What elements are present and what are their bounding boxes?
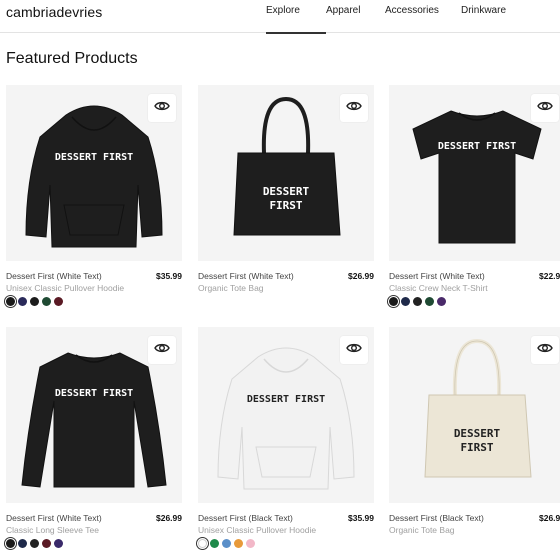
color-swatch[interactable]: [222, 539, 231, 548]
product-name[interactable]: Dessert First (White Text): [6, 271, 102, 281]
color-swatch[interactable]: [42, 539, 51, 548]
quick-view-button[interactable]: [531, 94, 559, 122]
product-card[interactable]: DESSERT FIRST Dessert First (Black Text) $…: [198, 327, 374, 560]
svg-text:DESSERT: DESSERT: [263, 185, 310, 198]
quick-view-button[interactable]: [148, 336, 176, 364]
product-type: Classic Crew Neck T-Shirt: [389, 283, 488, 293]
product-image[interactable]: DESSERT FIRST: [198, 327, 374, 503]
color-swatch[interactable]: [6, 539, 15, 548]
product-image[interactable]: DESSERT FIRST: [389, 327, 560, 503]
svg-text:DESSERT FIRST: DESSERT FIRST: [55, 388, 133, 399]
color-swatch[interactable]: [246, 539, 255, 548]
color-swatch[interactable]: [42, 297, 51, 306]
svg-text:FIRST: FIRST: [269, 199, 302, 212]
main-nav: Explore Apparel Accessories Drinkware: [266, 0, 521, 34]
eye-icon: [537, 99, 553, 117]
color-swatch[interactable]: [413, 297, 422, 306]
svg-text:DESSERT FIRST: DESSERT FIRST: [438, 141, 516, 152]
color-swatch[interactable]: [54, 297, 63, 306]
color-swatches: [198, 539, 255, 548]
product-price: $35.99: [348, 513, 374, 523]
product-card[interactable]: DESSERT FIRST Dessert First (White Text) $…: [6, 327, 182, 560]
product-image[interactable]: DESSERT FIRST: [389, 85, 560, 261]
product-type: Organic Tote Bag: [389, 525, 455, 535]
eye-icon: [346, 341, 362, 359]
product-image[interactable]: DESSERT FIRST: [198, 85, 374, 261]
product-name[interactable]: Dessert First (White Text): [6, 513, 102, 523]
section-title: Featured Products: [6, 50, 138, 67]
color-swatches: [6, 297, 63, 306]
color-swatches: [6, 539, 63, 548]
quick-view-button[interactable]: [531, 336, 559, 364]
color-swatch[interactable]: [30, 539, 39, 548]
product-price: $22.99: [539, 271, 560, 281]
product-price: $35.99: [156, 271, 182, 281]
quick-view-button[interactable]: [340, 94, 368, 122]
color-swatch[interactable]: [210, 539, 219, 548]
product-name[interactable]: Dessert First (White Text): [389, 271, 485, 281]
color-swatch[interactable]: [198, 539, 207, 548]
eye-icon: [154, 99, 170, 117]
brand-logo[interactable]: cambriadevries: [6, 4, 102, 20]
color-swatch[interactable]: [425, 297, 434, 306]
product-card[interactable]: DESSERT FIRST Dessert First (White Text) $2…: [198, 85, 374, 325]
quick-view-button[interactable]: [148, 94, 176, 122]
product-name[interactable]: Dessert First (Black Text): [389, 513, 484, 523]
svg-text:DESSERT FIRST: DESSERT FIRST: [247, 394, 325, 405]
product-card[interactable]: DESSERT FIRST Dessert First (White Text) $…: [389, 85, 560, 325]
eye-icon: [154, 341, 170, 359]
product-image[interactable]: DESSERT FIRST: [6, 327, 182, 503]
product-image[interactable]: DESSERT FIRST: [6, 85, 182, 261]
color-swatch[interactable]: [389, 297, 398, 306]
product-card[interactable]: DESSERT FIRST Dessert First (White Text) $…: [6, 85, 182, 325]
nav-apparel[interactable]: Apparel: [326, 0, 385, 33]
product-price: $26.99: [348, 271, 374, 281]
svg-text:FIRST: FIRST: [460, 441, 493, 454]
nav-drinkware[interactable]: Drinkware: [461, 0, 521, 33]
quick-view-button[interactable]: [340, 336, 368, 364]
product-name[interactable]: Dessert First (White Text): [198, 271, 294, 281]
eye-icon: [346, 99, 362, 117]
svg-text:DESSERT: DESSERT: [454, 427, 501, 440]
product-price: $26.99: [156, 513, 182, 523]
top-bar: cambriadevries Explore Apparel Accessori…: [0, 0, 560, 34]
color-swatch[interactable]: [6, 297, 15, 306]
nav-explore[interactable]: Explore: [266, 0, 326, 34]
product-card[interactable]: DESSERT FIRST Dessert First (Black Text) $2…: [389, 327, 560, 560]
product-type: Unisex Classic Pullover Hoodie: [198, 525, 317, 535]
product-type: Unisex Classic Pullover Hoodie: [6, 283, 125, 293]
color-swatch[interactable]: [18, 297, 27, 306]
nav-accessories[interactable]: Accessories: [385, 0, 461, 33]
color-swatch[interactable]: [18, 539, 27, 548]
product-price: $26.99: [539, 513, 560, 523]
product-type: Classic Long Sleeve Tee: [6, 525, 99, 535]
color-swatch[interactable]: [437, 297, 446, 306]
product-type: Organic Tote Bag: [198, 283, 264, 293]
svg-text:DESSERT FIRST: DESSERT FIRST: [55, 152, 133, 163]
color-swatches: [389, 297, 446, 306]
color-swatch[interactable]: [234, 539, 243, 548]
color-swatch[interactable]: [401, 297, 410, 306]
eye-icon: [537, 341, 553, 359]
product-name[interactable]: Dessert First (Black Text): [198, 513, 293, 523]
color-swatch[interactable]: [30, 297, 39, 306]
color-swatch[interactable]: [54, 539, 63, 548]
